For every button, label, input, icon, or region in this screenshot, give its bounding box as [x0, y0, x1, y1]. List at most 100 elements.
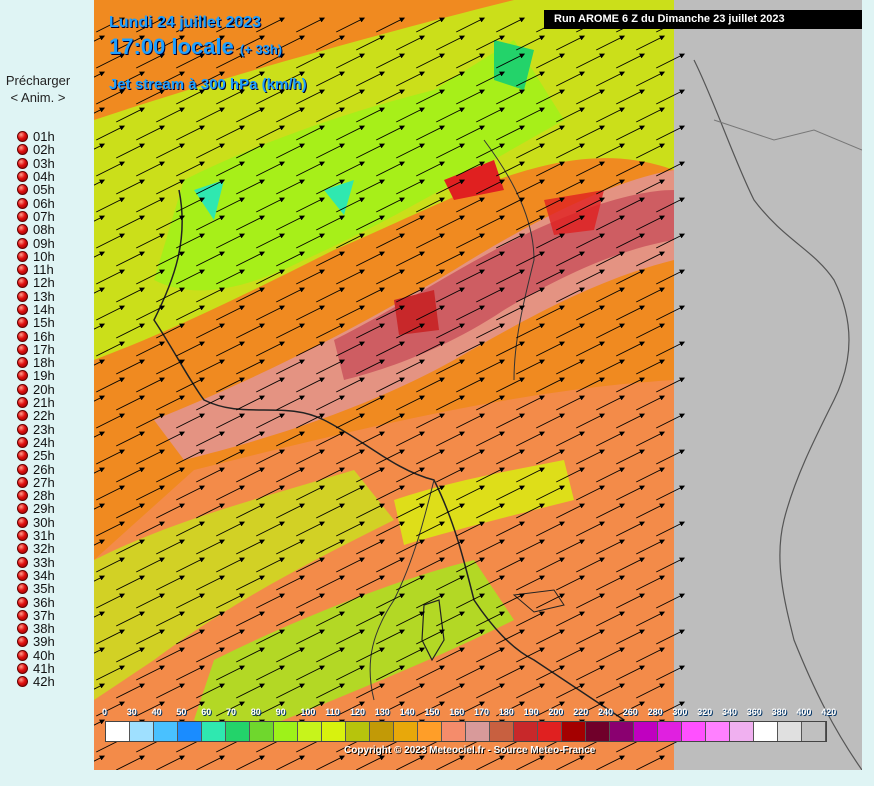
- hour-label[interactable]: 30h: [33, 516, 55, 529]
- hour-item[interactable]: 32h: [17, 542, 55, 555]
- hour-item[interactable]: 39h: [17, 635, 55, 648]
- hour-label[interactable]: 42h: [33, 675, 55, 688]
- hour-dot-icon[interactable]: [17, 569, 28, 581]
- hour-item[interactable]: 08h: [17, 223, 55, 236]
- hour-dot-icon[interactable]: [17, 596, 28, 608]
- hour-label[interactable]: 24h: [33, 436, 55, 449]
- hour-label[interactable]: 17h: [33, 343, 55, 356]
- hour-dot-icon[interactable]: [17, 171, 28, 183]
- hour-label[interactable]: 11h: [33, 263, 54, 276]
- hour-item[interactable]: 34h: [17, 569, 55, 582]
- hour-label[interactable]: 26h: [33, 463, 55, 476]
- hour-item[interactable]: 41h: [17, 662, 55, 675]
- hour-dot-icon[interactable]: [17, 210, 28, 222]
- hour-label[interactable]: 32h: [33, 542, 55, 555]
- hour-item[interactable]: 11h: [17, 263, 55, 276]
- hour-label[interactable]: 36h: [33, 596, 55, 609]
- hour-label[interactable]: 01h: [33, 130, 55, 143]
- hour-item[interactable]: 28h: [17, 489, 55, 502]
- hour-dot-icon[interactable]: [17, 410, 28, 422]
- hour-item[interactable]: 06h: [17, 196, 55, 210]
- hour-label[interactable]: 09h: [33, 237, 55, 250]
- hour-item[interactable]: 36h: [17, 595, 55, 609]
- hour-item[interactable]: 30h: [17, 516, 55, 529]
- hour-label[interactable]: 39h: [33, 635, 55, 648]
- hour-label[interactable]: 40h: [33, 649, 55, 662]
- hour-dot-icon[interactable]: [17, 304, 28, 315]
- hour-label[interactable]: 29h: [33, 502, 55, 515]
- hour-item[interactable]: 05h: [17, 183, 55, 196]
- hour-label[interactable]: 25h: [33, 449, 55, 462]
- hour-item[interactable]: 31h: [17, 529, 55, 542]
- hour-dot-icon[interactable]: [17, 423, 28, 435]
- hour-label[interactable]: 06h: [33, 197, 55, 210]
- hour-label[interactable]: 41h: [33, 662, 55, 675]
- hour-item[interactable]: 13h: [17, 290, 55, 303]
- hour-item[interactable]: 04h: [17, 170, 55, 183]
- hour-item[interactable]: 18h: [17, 356, 55, 369]
- hour-label[interactable]: 37h: [33, 609, 55, 622]
- hour-dot-icon[interactable]: [17, 476, 28, 488]
- hour-dot-icon[interactable]: [17, 144, 28, 156]
- hour-dot-icon[interactable]: [17, 556, 28, 568]
- hour-label[interactable]: 16h: [33, 330, 55, 343]
- hour-label[interactable]: 10h: [33, 250, 55, 263]
- hour-dot-icon[interactable]: [17, 436, 28, 448]
- hour-item[interactable]: 40h: [17, 649, 55, 662]
- hour-item[interactable]: 25h: [17, 449, 55, 462]
- hour-label[interactable]: 14h: [33, 303, 55, 316]
- hour-label[interactable]: 31h: [33, 529, 55, 542]
- hour-dot-icon[interactable]: [17, 343, 28, 355]
- hour-item[interactable]: 10h: [17, 250, 55, 263]
- hour-item[interactable]: 01h: [17, 130, 55, 143]
- hour-dot-icon[interactable]: [17, 636, 28, 648]
- hour-label[interactable]: 08h: [33, 223, 55, 236]
- preload-control[interactable]: Précharger < Anim. >: [0, 72, 76, 106]
- hour-item[interactable]: 33h: [17, 556, 55, 569]
- hour-item[interactable]: 42h: [17, 675, 55, 688]
- hour-dot-icon[interactable]: [17, 583, 28, 595]
- hour-label[interactable]: 19h: [33, 369, 55, 382]
- hour-item[interactable]: 15h: [17, 316, 55, 329]
- hour-dot-icon[interactable]: [17, 450, 28, 462]
- hour-label[interactable]: 07h: [33, 210, 55, 223]
- hour-label[interactable]: 05h: [33, 183, 55, 196]
- hour-label[interactable]: 18h: [33, 356, 55, 369]
- hour-dot-icon[interactable]: [17, 543, 28, 555]
- hour-item[interactable]: 09h: [17, 236, 55, 250]
- hour-item[interactable]: 19h: [17, 369, 55, 382]
- hour-item[interactable]: 14h: [17, 303, 55, 316]
- hour-label[interactable]: 23h: [33, 423, 55, 436]
- hour-item[interactable]: 21h: [17, 396, 55, 409]
- hour-item[interactable]: 23h: [17, 423, 55, 436]
- hour-item[interactable]: 12h: [17, 276, 55, 289]
- hour-label[interactable]: 15h: [33, 316, 55, 329]
- hour-dot-icon[interactable]: [17, 277, 28, 289]
- hour-label[interactable]: 28h: [33, 489, 55, 502]
- hour-dot-icon[interactable]: [17, 197, 28, 209]
- hour-item[interactable]: 07h: [17, 210, 55, 223]
- hour-item[interactable]: 03h: [17, 157, 55, 170]
- hour-dot-icon[interactable]: [17, 264, 28, 276]
- hour-label[interactable]: 12h: [33, 276, 55, 289]
- hour-dot-icon[interactable]: [17, 530, 28, 542]
- hour-label[interactable]: 03h: [33, 157, 55, 170]
- hour-dot-icon[interactable]: [17, 463, 28, 475]
- hour-item[interactable]: 26h: [17, 462, 55, 476]
- hour-item[interactable]: 17h: [17, 343, 55, 356]
- animation-link[interactable]: < Anim. >: [0, 89, 76, 106]
- hour-dot-icon[interactable]: [17, 676, 28, 688]
- hour-dot-icon[interactable]: [17, 224, 28, 236]
- hour-dot-icon[interactable]: [17, 397, 28, 409]
- hour-item[interactable]: 24h: [17, 436, 55, 449]
- hour-dot-icon[interactable]: [17, 250, 28, 262]
- hour-label[interactable]: 21h: [33, 396, 55, 409]
- hour-dot-icon[interactable]: [17, 317, 28, 329]
- preload-link[interactable]: Précharger: [0, 72, 76, 89]
- hour-label[interactable]: 35h: [33, 582, 55, 595]
- hour-label[interactable]: 33h: [33, 556, 55, 569]
- hour-item[interactable]: 35h: [17, 582, 55, 595]
- hour-item[interactable]: 22h: [17, 409, 55, 422]
- hour-item[interactable]: 20h: [17, 383, 55, 396]
- hour-item[interactable]: 27h: [17, 476, 55, 489]
